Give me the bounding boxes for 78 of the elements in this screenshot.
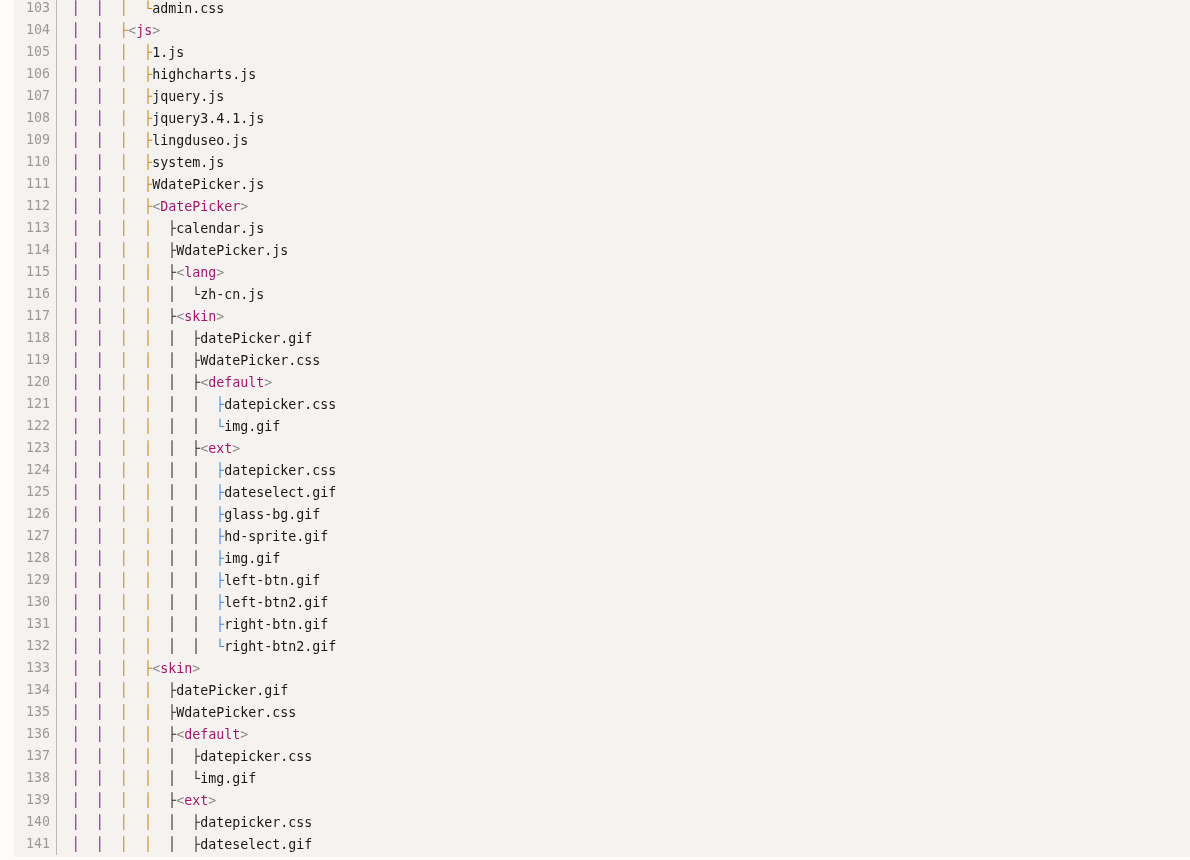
line-number: 104: [14, 19, 57, 41]
line-number: 138: [14, 767, 57, 789]
line-number: 108: [14, 107, 57, 129]
line-number: 122: [14, 415, 57, 437]
code-line: │ │ │ │ │ │ └img.gif: [72, 418, 281, 434]
code-line: │ │ │ │ │ ├WdatePicker.css: [72, 352, 321, 368]
code-line: │ │ │ │ │ │ ├datepicker.css: [72, 462, 337, 478]
line-number: 111: [14, 173, 57, 195]
line-number: 112: [14, 195, 57, 217]
code-line: │ │ │ │ │ │ ├glass-bg.gif: [72, 506, 321, 522]
line-number: 120: [14, 371, 57, 393]
code-line: │ │ │ │ │ │ ├datepicker.css: [72, 396, 337, 412]
code-line: │ │ │ │ │ │ ├dateselect.gif: [72, 484, 337, 500]
code-line: │ │ │ │ ├<skin>: [72, 308, 225, 324]
code-line: │ │ │ │ │ │ ├left-btn2.gif: [72, 594, 329, 610]
code-line: │ │ │ │ │ │ ├hd-sprite.gif: [72, 528, 329, 544]
line-number: 139: [14, 789, 57, 811]
line-number: 129: [14, 569, 57, 591]
code-line: │ │ │ │ │ ├dateselect.gif: [72, 836, 313, 852]
line-number: 127: [14, 525, 57, 547]
line-number: 118: [14, 327, 57, 349]
code-line: │ │ │ │ ├WdatePicker.js: [72, 242, 289, 258]
line-number: 136: [14, 723, 57, 745]
line-number: 132: [14, 635, 57, 657]
code-line: │ │ │ ├<skin>: [72, 660, 201, 676]
line-number: 105: [14, 41, 57, 63]
code-line: │ │ │ ├highcharts.js: [72, 66, 257, 82]
code-line: │ │ │ │ │ │ └right-btn2.gif: [72, 638, 337, 654]
line-number: 128: [14, 547, 57, 569]
code-line: │ │ │ ├WdatePicker.js: [72, 176, 265, 192]
code-line: │ │ │ ├system.js: [72, 154, 225, 170]
line-number: 124: [14, 459, 57, 481]
code-line: │ │ │ └admin.css: [72, 0, 225, 16]
line-number: 125: [14, 481, 57, 503]
code-line: │ │ │ ├lingduseo.js: [72, 132, 249, 148]
code-line: │ │ │ ├jquery.js: [72, 88, 225, 104]
code-line: │ │ ├<js>: [72, 22, 161, 38]
code-line: │ │ │ │ ├calendar.js: [72, 220, 265, 236]
code-line: │ │ │ │ │ ├<ext>: [72, 440, 241, 456]
line-number: 115: [14, 261, 57, 283]
code-line: │ │ │ │ │ ├datepicker.css: [72, 748, 313, 764]
line-number: 123: [14, 437, 57, 459]
line-number: 109: [14, 129, 57, 151]
line-number: 117: [14, 305, 57, 327]
code-line: │ │ │ │ │ └img.gif: [72, 770, 257, 786]
code-line: │ │ │ │ │ │ ├img.gif: [72, 550, 281, 566]
code-line: │ │ │ │ ├WdatePicker.css: [72, 704, 297, 720]
code-line: │ │ │ │ │ │ ├left-btn.gif: [72, 572, 321, 588]
line-number: 113: [14, 217, 57, 239]
code-line: │ │ │ ├jquery3.4.1.js: [72, 110, 265, 126]
line-number: 140: [14, 811, 57, 833]
code-line: │ │ │ │ ├<ext>: [72, 792, 217, 808]
code-line: │ │ │ │ │ ├datepicker.css: [72, 814, 313, 830]
line-number: 107: [14, 85, 57, 107]
code-line: │ │ │ │ ├datePicker.gif: [72, 682, 289, 698]
code-line: │ │ │ │ │ ├datePicker.gif: [72, 330, 313, 346]
line-number: 116: [14, 283, 57, 305]
code-line: │ │ │ ├<DatePicker>: [72, 198, 249, 214]
line-number: 126: [14, 503, 57, 525]
code-line: │ │ │ │ ├<default>: [72, 726, 249, 742]
line-number: 131: [14, 613, 57, 635]
code-line: │ │ │ │ │ │ ├right-btn.gif: [72, 616, 329, 632]
line-number: 137: [14, 745, 57, 767]
line-number: 133: [14, 657, 57, 679]
line-number: 141: [14, 833, 57, 855]
line-number: 110: [14, 151, 57, 173]
line-number: 130: [14, 591, 57, 613]
line-number: 106: [14, 63, 57, 85]
line-number: 114: [14, 239, 57, 261]
code-line: │ │ │ ├1.js: [72, 44, 185, 60]
line-number: 119: [14, 349, 57, 371]
code-line: │ │ │ │ │ ├<default>: [72, 374, 273, 390]
code-line: │ │ │ │ │ └zh-cn.js: [72, 286, 265, 302]
line-number: 134: [14, 679, 57, 701]
line-number: 121: [14, 393, 57, 415]
line-number: 135: [14, 701, 57, 723]
line-number: 103: [14, 0, 57, 19]
code-line: │ │ │ │ ├<lang>: [72, 264, 225, 280]
